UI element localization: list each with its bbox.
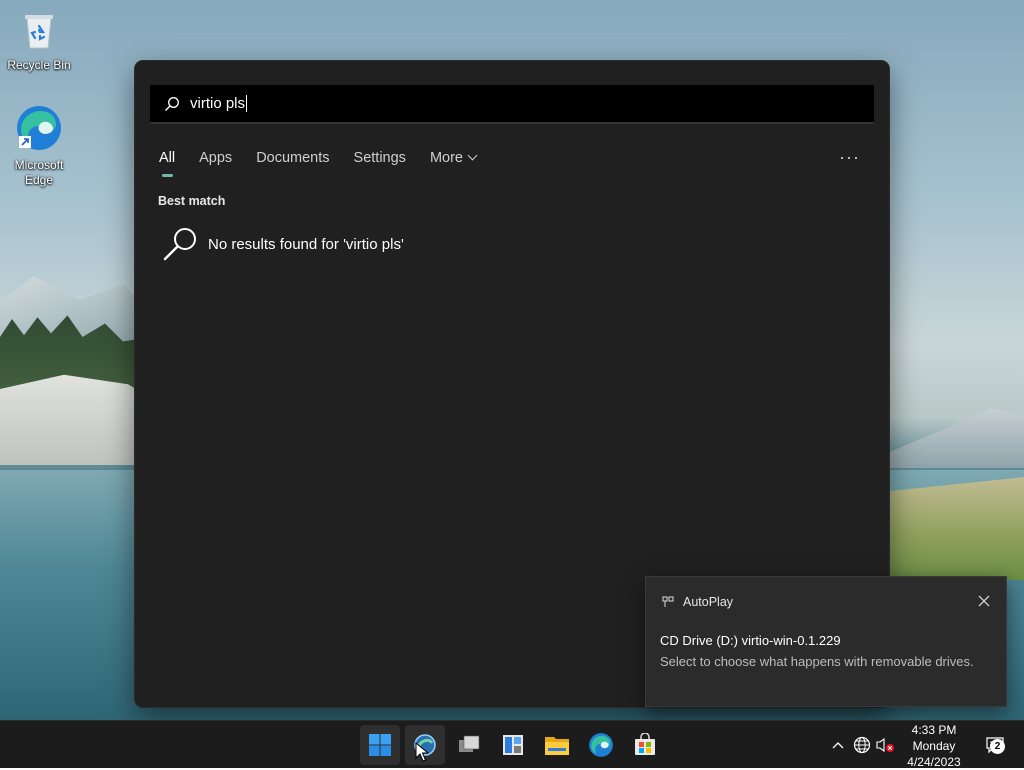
close-icon[interactable]	[978, 595, 990, 607]
toast-title: CD Drive (D:) virtio-win-0.1.229	[660, 633, 841, 648]
show-hidden-icons-button[interactable]	[828, 721, 848, 769]
start-button[interactable]	[360, 725, 400, 765]
desktop-icon-edge[interactable]: Microsoft Edge	[2, 104, 76, 188]
toast-header: AutoPlay	[662, 595, 733, 609]
notification-count-badge: 2	[990, 739, 1005, 754]
tab-settings[interactable]: Settings	[354, 150, 406, 166]
no-results-message: No results found for 'virtio pls'	[208, 235, 404, 253]
best-match-heading: Best match	[158, 194, 226, 208]
start-icon	[369, 734, 391, 756]
desktop-icon-recycle-bin[interactable]: Recycle Bin	[2, 10, 76, 73]
taskbar: 4:33 PM Monday 4/24/2023 2	[0, 720, 1024, 770]
tab-all[interactable]: All	[159, 150, 175, 177]
recycle-bin-icon	[25, 15, 53, 49]
search-query: virtio pls	[190, 95, 246, 112]
desktop-icon-label-line1: Microsoft	[14, 158, 64, 172]
widgets-icon	[503, 735, 523, 755]
toast-app-name: AutoPlay	[683, 595, 734, 609]
file-explorer-icon	[545, 737, 569, 755]
edge-icon	[17, 106, 61, 150]
store-icon	[635, 733, 655, 755]
desktop-icon-label: Recycle Bin	[7, 58, 71, 72]
volume-button[interactable]	[874, 721, 896, 769]
system-clock[interactable]: 4:33 PM Monday 4/24/2023	[900, 722, 968, 770]
chevron-up-icon	[832, 742, 844, 749]
tab-documents[interactable]: Documents	[256, 150, 329, 166]
text-caret	[246, 95, 248, 112]
autoplay-notification[interactable]: AutoPlay CD Drive (D:) virtio-win-0.1.22…	[645, 576, 1007, 707]
search-icon	[163, 228, 196, 261]
task-view-button[interactable]	[449, 725, 489, 765]
tab-more[interactable]: More	[429, 150, 478, 166]
speaker-muted-icon	[876, 737, 894, 753]
tab-more-label: More	[429, 150, 463, 166]
widgets-button[interactable]	[493, 725, 533, 765]
desktop-icon-label-line2: Edge	[24, 173, 54, 187]
autoplay-icon	[662, 596, 674, 607]
clock-day: Monday	[912, 739, 956, 753]
globe-icon	[853, 736, 871, 754]
chevron-down-icon	[467, 150, 478, 161]
clock-time: 4:33 PM	[911, 723, 957, 737]
search-icon	[165, 96, 179, 111]
toast-body: Select to choose what happens with remov…	[660, 654, 974, 669]
task-view-icon	[459, 735, 480, 752]
search-input[interactable]: virtio pls	[150, 85, 874, 124]
edge-icon	[589, 733, 613, 757]
search-tabs: All Apps Documents Settings More	[159, 150, 500, 177]
more-options-button[interactable]: ···	[839, 147, 860, 168]
no-results-item: No results found for 'virtio pls'	[163, 226, 404, 262]
mouse-cursor-icon	[415, 742, 429, 762]
edge-taskbar-button[interactable]	[581, 725, 621, 765]
file-explorer-button[interactable]	[537, 725, 577, 765]
store-button[interactable]	[625, 725, 665, 765]
tab-apps[interactable]: Apps	[199, 150, 232, 166]
network-button[interactable]	[851, 721, 873, 769]
